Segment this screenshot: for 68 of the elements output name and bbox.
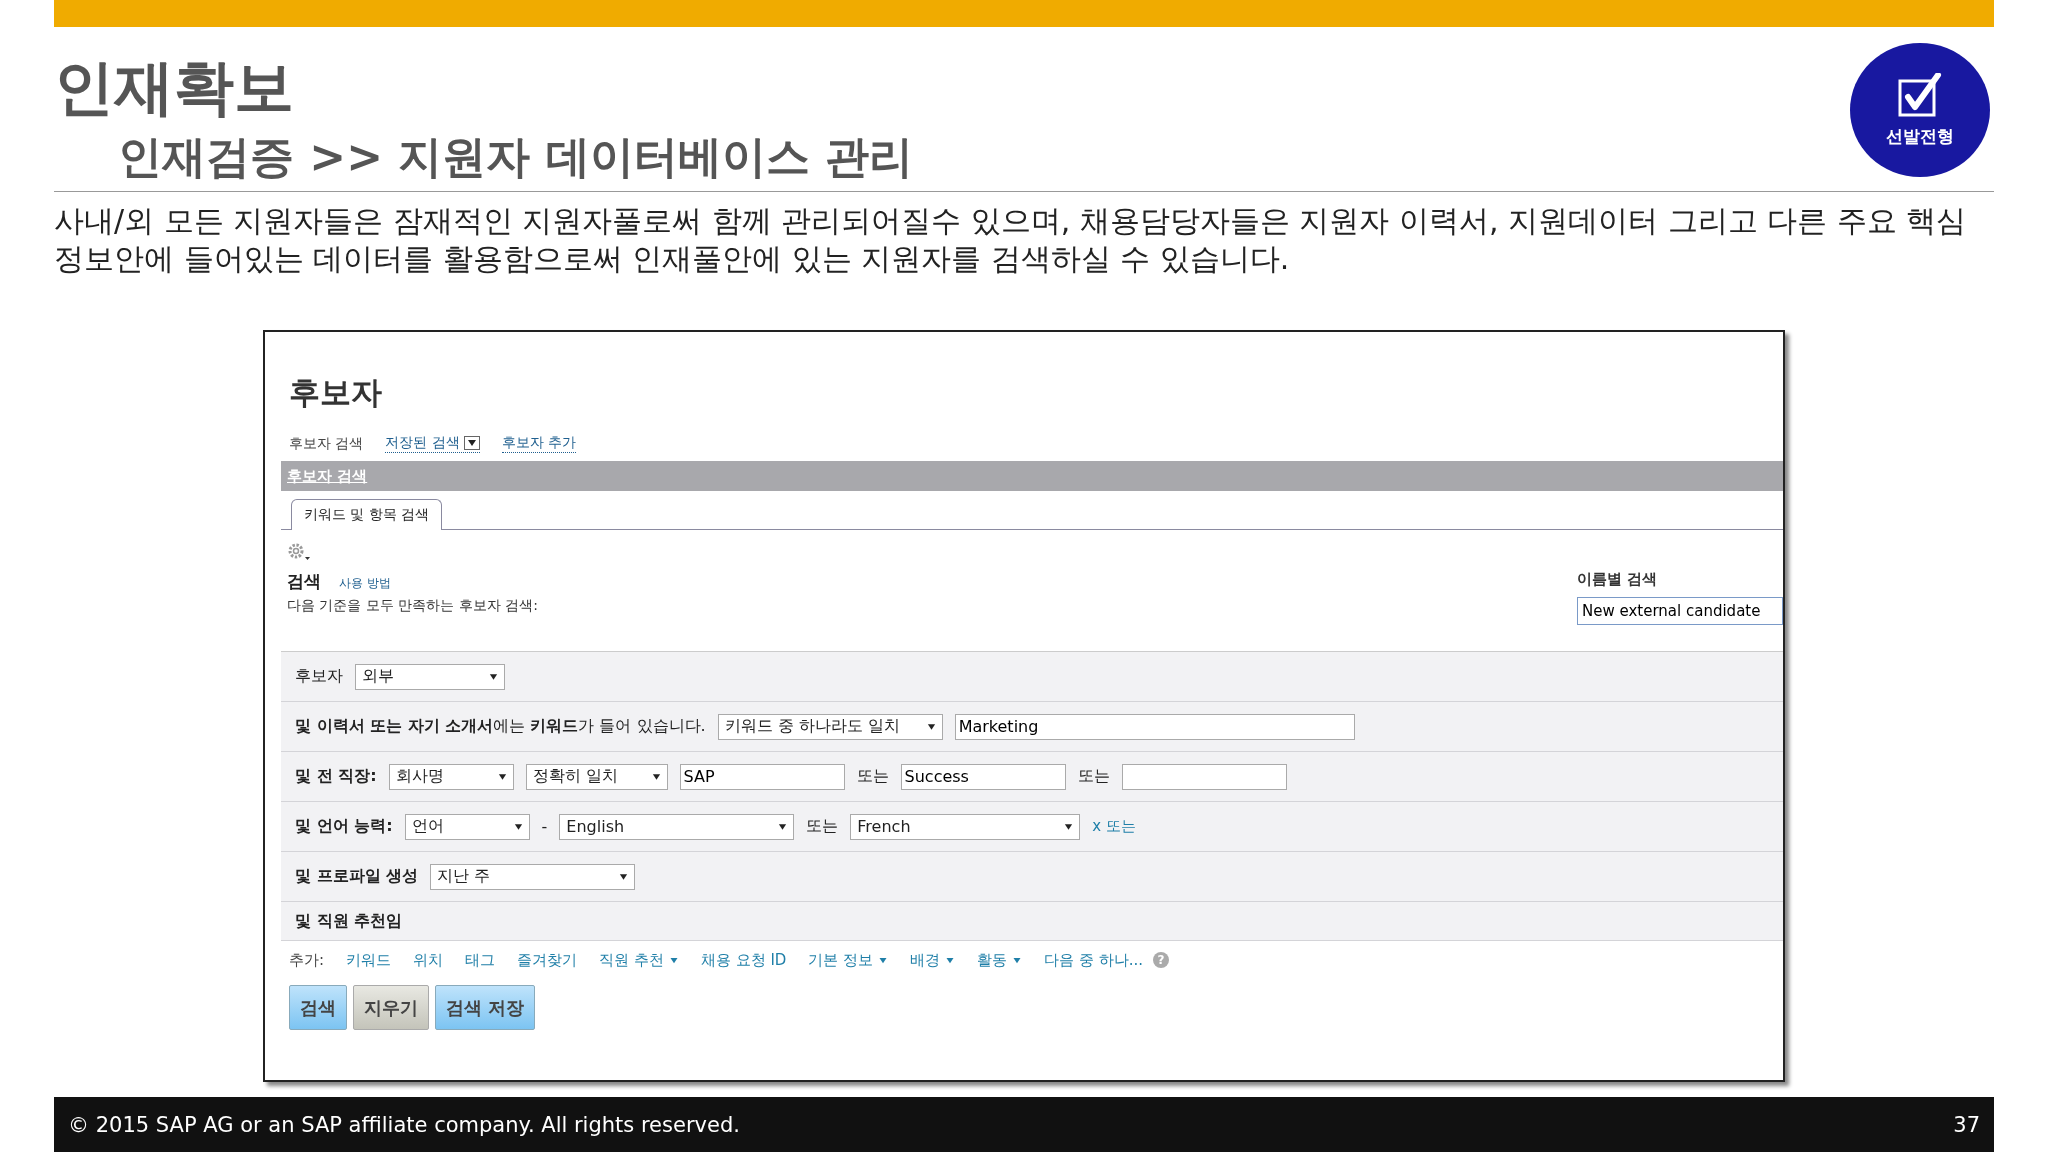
connector-text: 또는: [856, 766, 889, 787]
dropdown[interactable]: 키워드 중 하나라도 일치: [717, 713, 943, 740]
name-search-field[interactable]: New external candidate: [1577, 597, 1783, 625]
action-button[interactable]: 검색: [289, 985, 347, 1030]
copyright-text: © 2015 SAP AG or an SAP affiliate company. All rights reserved.: [68, 1112, 740, 1137]
saved-search-link[interactable]: 저장된 검색: [385, 434, 480, 453]
add-criteria-link[interactable]: 위치: [413, 950, 444, 970]
dropdown[interactable]: French: [850, 813, 1081, 840]
slide-subtitle: 인재검증 >> 지원자 데이터베이스 관리: [118, 130, 913, 184]
connector-text: -: [541, 817, 548, 836]
caret-icon: [513, 822, 523, 831]
name-search-label: 이름별 검색: [1577, 570, 1659, 589]
dropdown[interactable]: 정확히 일치: [525, 763, 668, 790]
add-criteria-link[interactable]: 키워드: [346, 950, 392, 970]
caret-icon: [778, 822, 788, 831]
page-number: 37: [1953, 1112, 1980, 1137]
criteria-label: 및 이력서 또는 자기 소개서에는 키워드가 들어 있습니다.: [295, 716, 706, 737]
add-criteria-link[interactable]: 다음 중 하나...: [1044, 950, 1143, 970]
caret-icon: [926, 722, 936, 731]
connector-text: 또는: [806, 816, 839, 837]
add-criteria-link[interactable]: 태그: [465, 950, 496, 970]
dropdown[interactable]: 지난 주: [430, 863, 636, 890]
checkbox-check-icon: [1898, 72, 1942, 117]
dropdown[interactable]: 언어: [404, 813, 530, 840]
nav-label: 후보자 검색: [289, 434, 364, 453]
criteria-label: 및 직원 추천임: [295, 910, 403, 932]
dropdown[interactable]: English: [559, 813, 795, 840]
caret-icon: [945, 956, 956, 964]
add-criteria-link[interactable]: 채용 요청 ID: [700, 950, 787, 970]
search-heading: 검색: [287, 570, 321, 593]
add-criteria-link[interactable]: 배경: [910, 950, 956, 970]
gear-icon[interactable]: [287, 542, 311, 562]
add-criteria-link[interactable]: 직원 추천: [599, 950, 679, 970]
caret-icon: [1064, 822, 1074, 831]
add-criteria-link[interactable]: 활동: [977, 950, 1023, 970]
action-button[interactable]: 지우기: [353, 985, 429, 1030]
criteria-label: 및 전 직장:: [295, 766, 377, 787]
add-criteria-link[interactable]: 기본 정보: [808, 950, 889, 970]
add-label: 추가:: [289, 950, 325, 970]
input-field[interactable]: [1121, 763, 1287, 790]
help-link[interactable]: 사용 방법: [339, 575, 391, 592]
dropdown[interactable]: 회사명: [388, 763, 514, 790]
caret-icon: [463, 436, 480, 450]
add-or-link[interactable]: x 또는: [1092, 817, 1136, 836]
input-field[interactable]: SAP: [679, 763, 845, 790]
description-text: 사내/외 모든 지원자들은 잠재적인 지원자풀로써 함께 관리되어질수 있으며, 채용담당자들은 지원자 이력서, 지원데이터 그리고 다른 주요 핵심 정보안에 들어있는 데이터를 활용함으로써 인재풀안에 있는 지원자를 검색하실 수 있습니다.: [54, 202, 1968, 278]
caret-icon: [651, 772, 661, 781]
connector-text: 또는: [1077, 766, 1110, 787]
criteria-label: 후보자: [295, 666, 343, 687]
criteria-intro: 다음 기준을 모두 만족하는 후보자 검색:: [287, 597, 538, 615]
slide-title: 인재확보: [54, 51, 295, 124]
input-field[interactable]: Success: [900, 763, 1066, 790]
page-title: 후보자: [289, 373, 383, 412]
input-field[interactable]: Marketing: [954, 713, 1355, 740]
dropdown[interactable]: 외부: [355, 663, 505, 690]
add-candidate-link[interactable]: 후보자 추가: [501, 434, 577, 453]
caret-icon: [489, 672, 498, 681]
badge-label: 선발전형: [1886, 124, 1954, 148]
caret-icon: [878, 956, 889, 964]
caret-icon: [497, 772, 507, 781]
tab[interactable]: 키워드 및 항목 검색: [291, 499, 443, 530]
action-button[interactable]: 검색 저장: [435, 985, 536, 1030]
add-criteria-link[interactable]: 즐겨찾기: [517, 950, 578, 970]
criteria-label: 및 언어 능력:: [295, 816, 393, 837]
criteria-label: 및 프로파일 생성: [295, 866, 419, 887]
caret-icon: [1012, 956, 1023, 964]
caret-icon: [668, 956, 679, 964]
caret-icon: [619, 872, 629, 881]
